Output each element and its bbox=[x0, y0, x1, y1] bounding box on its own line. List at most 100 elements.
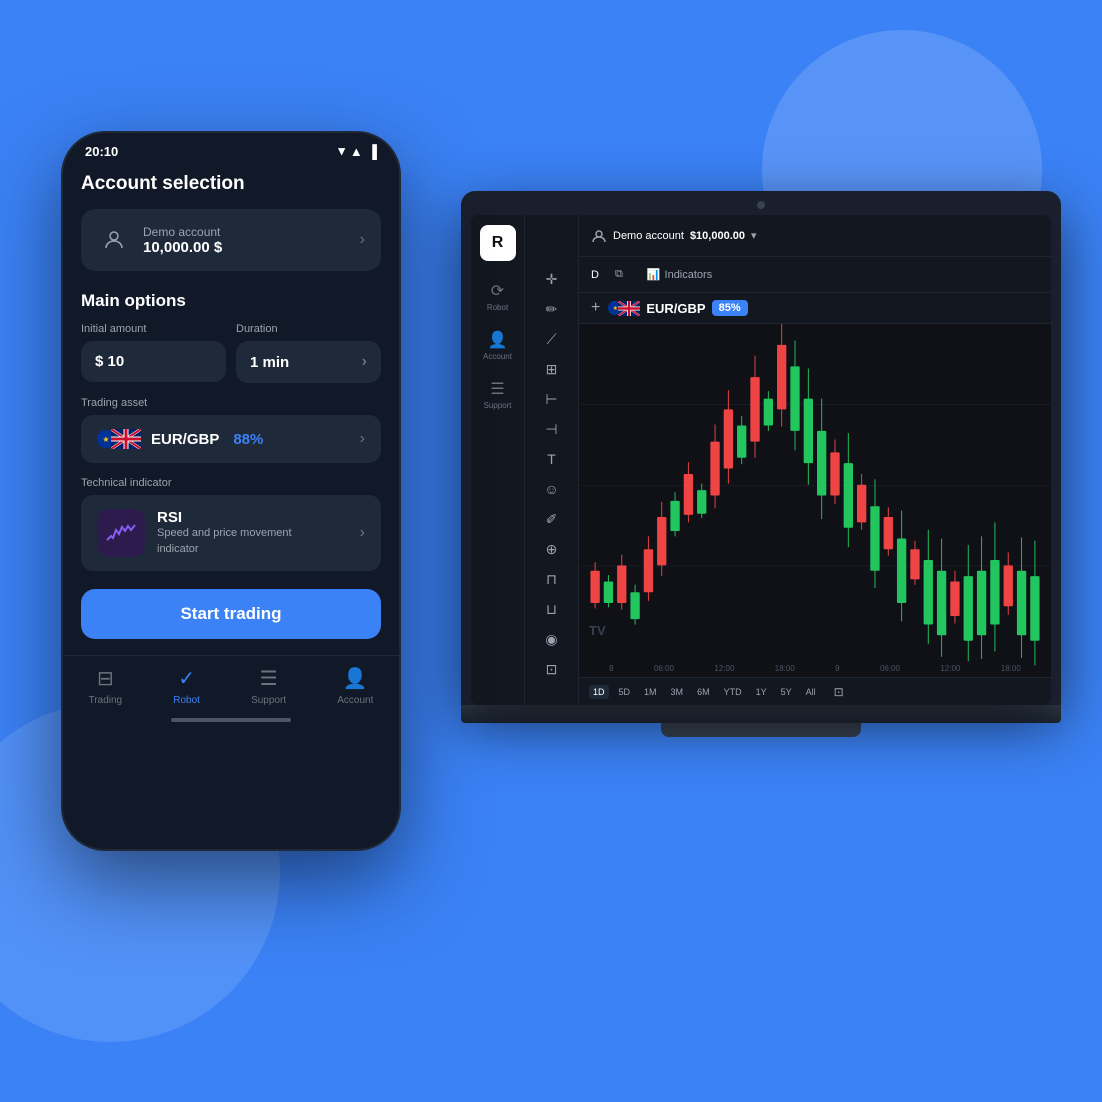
tab-d[interactable]: D bbox=[591, 269, 599, 281]
account-selection-title: Account selection bbox=[81, 173, 381, 195]
bar-chart-icon: 📊 bbox=[647, 268, 661, 281]
options-row: Initial amount $ 10 Duration 1 min › bbox=[81, 323, 381, 383]
laptop-pair-name: EUR/GBP bbox=[646, 301, 705, 316]
laptop-nav-support[interactable]: ☰ Support bbox=[475, 373, 521, 416]
text-icon[interactable]: T bbox=[538, 445, 566, 473]
nav-support-label: Support bbox=[251, 695, 286, 706]
time-3m-button[interactable]: 3M bbox=[667, 685, 688, 699]
nav-support[interactable]: ☰ Support bbox=[251, 666, 286, 706]
time-5y-button[interactable]: 5Y bbox=[777, 685, 796, 699]
zoom-icon[interactable]: ⊕ bbox=[538, 535, 566, 563]
eye-icon[interactable]: ◉ bbox=[538, 625, 566, 653]
pen-icon[interactable]: ✏ bbox=[538, 295, 566, 323]
time-ytd-button[interactable]: YTD bbox=[720, 685, 746, 699]
account-nav-icon: 👤 bbox=[343, 666, 368, 691]
laptop-nav-support-label: Support bbox=[483, 401, 511, 410]
account-icon bbox=[97, 223, 131, 257]
scene: 20:10 ▾ ▲ ▐ Account selection bbox=[61, 91, 1041, 1011]
crosshair-icon[interactable]: ✛ bbox=[538, 265, 566, 293]
measure-icon[interactable]: ⊢ bbox=[538, 385, 566, 413]
account-card-left: Demo account 10,000.00 $ bbox=[97, 223, 222, 257]
add-pair-button[interactable]: + bbox=[591, 299, 600, 317]
robot-nav-icon: ⟳ bbox=[491, 281, 504, 301]
asset-chevron-icon: › bbox=[360, 430, 365, 448]
duration-chevron-icon: › bbox=[362, 353, 367, 371]
laptop-nav-robot-label: Robot bbox=[487, 303, 508, 312]
duration-value: 1 min bbox=[250, 354, 289, 371]
time-5d-button[interactable]: 5D bbox=[615, 685, 635, 699]
account-card[interactable]: Demo account 10,000.00 $ › bbox=[81, 209, 381, 271]
laptop-nav-robot[interactable]: ⟳ Robot bbox=[475, 275, 521, 318]
gb-flag-icon bbox=[111, 429, 141, 449]
laptop-stand bbox=[661, 723, 861, 737]
trading-icon: ⊟ bbox=[97, 666, 114, 691]
magnet-icon[interactable]: ⊓ bbox=[538, 565, 566, 593]
laptop-gb-flag-icon bbox=[618, 301, 640, 316]
duration-group: Duration 1 min › bbox=[236, 323, 381, 383]
emoji-icon[interactable]: ☺ bbox=[538, 475, 566, 503]
laptop-sidebar: R ⟳ Robot 👤 Account ☰ Support bbox=[471, 215, 525, 705]
account-card-text: Demo account 10,000.00 $ bbox=[143, 225, 222, 256]
support-icon: ☰ bbox=[260, 666, 278, 691]
rsi-card[interactable]: RSI Speed and price movement indicator › bbox=[81, 495, 381, 571]
initial-amount-input[interactable]: $ 10 bbox=[81, 341, 226, 382]
signal-icon: ▲ bbox=[350, 144, 363, 159]
shapes-icon[interactable]: ⊞ bbox=[538, 355, 566, 383]
time-1m-button[interactable]: 1M bbox=[640, 685, 661, 699]
trading-asset-card[interactable]: ★ EUR/GBP 88% › bbox=[81, 415, 381, 463]
main-options-title: Main options bbox=[81, 291, 381, 311]
initial-amount-label: Initial amount bbox=[81, 323, 226, 335]
laptop-toolbar: ✛ ✏ ⟋ ⊞ ⊢ ⊣ T ☺ ✐ ⊕ ⊓ ⊔ ◉ ⊡ bbox=[525, 215, 579, 705]
tab-d-label: D bbox=[591, 269, 599, 281]
account-laptop-icon: 👤 bbox=[488, 330, 508, 350]
nav-account[interactable]: 👤 Account bbox=[337, 666, 373, 706]
laptop-nav-account[interactable]: 👤 Account bbox=[475, 324, 521, 367]
asset-left: ★ EUR/GBP 88% bbox=[97, 429, 263, 449]
phone-notch bbox=[166, 133, 296, 159]
duration-input[interactable]: 1 min › bbox=[236, 341, 381, 383]
account-chevron-icon: › bbox=[360, 231, 365, 249]
robot-icon: ✓ bbox=[178, 666, 195, 691]
nav-trading[interactable]: ⊟ Trading bbox=[89, 666, 123, 706]
draw-icon[interactable]: ✐ bbox=[538, 505, 566, 533]
lock-icon[interactable]: ⊔ bbox=[538, 595, 566, 623]
indicators-button[interactable]: 📊 Indicators bbox=[647, 268, 712, 281]
account-top-icon bbox=[591, 228, 607, 244]
chart-bottom-bar: 1D 5D 1M 3M 6M YTD 1Y 5Y All ⊡ bbox=[579, 677, 1051, 705]
ruler-icon[interactable]: ⊣ bbox=[538, 415, 566, 443]
time-1d-button[interactable]: 1D bbox=[589, 685, 609, 699]
chart-watermark: TV bbox=[589, 621, 619, 642]
tab-candles-icon: ⧉ bbox=[615, 268, 623, 281]
nav-account-label: Account bbox=[337, 695, 373, 706]
rsi-name: RSI bbox=[157, 509, 317, 526]
asset-pct: 88% bbox=[233, 431, 263, 448]
time-all-button[interactable]: All bbox=[802, 685, 820, 699]
asset-name: EUR/GBP bbox=[151, 431, 219, 448]
rsi-text: RSI Speed and price movement indicator bbox=[157, 509, 317, 557]
time-1y-button[interactable]: 1Y bbox=[752, 685, 771, 699]
laptop-logo: R bbox=[480, 225, 516, 261]
start-trading-button[interactable]: Start trading bbox=[81, 589, 381, 639]
initial-amount-value: $ 10 bbox=[95, 353, 124, 370]
laptop-pair-pct: 85% bbox=[712, 300, 748, 316]
account-dropdown-icon[interactable]: ▾ bbox=[751, 229, 757, 242]
laptop-main: Demo account $10,000.00 ▾ D ⧉ bbox=[579, 215, 1051, 705]
laptop-camera bbox=[757, 201, 765, 209]
phone-bottom-nav: ⊟ Trading ✓ Robot ☰ Support 👤 Account bbox=[63, 655, 399, 712]
phone-status-icons: ▾ ▲ ▐ bbox=[338, 143, 377, 159]
laptop-nav-account-label: Account bbox=[483, 352, 512, 361]
home-indicator bbox=[171, 718, 291, 722]
rsi-left: RSI Speed and price movement indicator bbox=[97, 509, 317, 557]
battery-icon: ▐ bbox=[368, 144, 377, 159]
phone: 20:10 ▾ ▲ ▐ Account selection bbox=[61, 131, 401, 851]
trash-icon[interactable]: ⊡ bbox=[538, 655, 566, 683]
replay-icon[interactable]: ⊡ bbox=[834, 685, 844, 699]
tab-candles[interactable]: ⧉ bbox=[615, 268, 623, 281]
nav-robot[interactable]: ✓ Robot bbox=[173, 666, 200, 706]
nav-trading-label: Trading bbox=[89, 695, 123, 706]
svg-text:TV: TV bbox=[589, 623, 606, 638]
trend-icon[interactable]: ⟋ bbox=[538, 325, 566, 353]
laptop-screen: R ⟳ Robot 👤 Account ☰ Support bbox=[471, 215, 1051, 705]
time-6m-button[interactable]: 6M bbox=[693, 685, 714, 699]
laptop-account-info: Demo account $10,000.00 ▾ bbox=[591, 228, 757, 244]
